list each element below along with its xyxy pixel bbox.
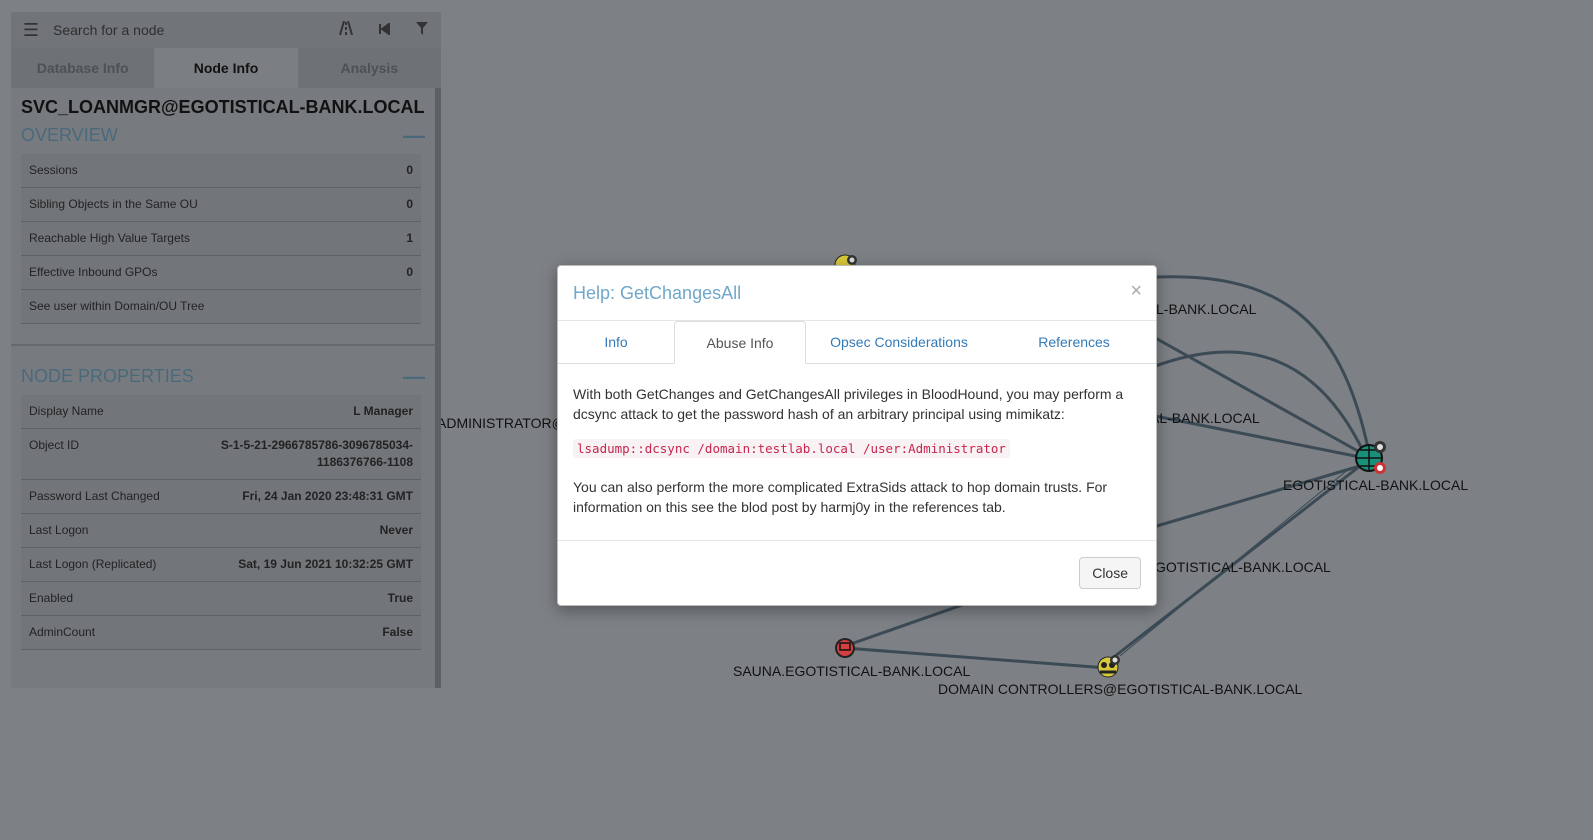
row-label: Sessions	[21, 154, 379, 188]
section-title: OVERVIEW	[21, 125, 118, 145]
row-value: False	[207, 615, 421, 650]
modal-tabs: Info Abuse Info Opsec Considerations Ref…	[558, 321, 1156, 364]
left-panel: ☰ Database Info Node Info Analysis SVC_L…	[11, 12, 441, 688]
table-row[interactable]: Reachable High Value Targets 1	[21, 221, 421, 256]
tab-references[interactable]: References	[992, 321, 1156, 363]
properties-table: Display Name L Manager Object ID S-1-5-21-…	[21, 395, 421, 650]
row-label: Password Last Changed	[21, 479, 207, 514]
section-title: NODE PROPERTIES	[21, 366, 194, 386]
code-block: lsadump::dcsync /domain:testlab.local /u…	[573, 438, 1141, 459]
table-row: Last Logon Never	[21, 513, 421, 548]
close-button[interactable]: Close	[1079, 557, 1141, 589]
collapse-icon[interactable]: —	[403, 124, 425, 146]
row-label: Last Logon	[21, 513, 207, 548]
overview-header[interactable]: OVERVIEW —	[11, 117, 435, 150]
row-value: Sat, 19 Jun 2021 10:32:25 GMT	[207, 547, 421, 582]
row-value: 0	[378, 187, 421, 222]
row-value	[378, 289, 421, 324]
table-row: AdminCount False	[21, 615, 421, 650]
table-row: Last Logon (Replicated) Sat, 19 Jun 2021 …	[21, 547, 421, 582]
back-icon[interactable]	[365, 21, 403, 39]
tab-analysis[interactable]: Analysis	[297, 48, 441, 88]
row-value: 1	[378, 221, 421, 256]
graph-edge	[847, 603, 963, 647]
modal-footer: Close	[558, 540, 1156, 605]
row-label: Sibling Objects in the Same OU	[21, 187, 379, 222]
row-label: Last Logon (Replicated)	[21, 547, 207, 582]
computer-node-icon	[835, 638, 855, 658]
overview-table: Sessions 0 Sibling Objects in the Same OU…	[21, 154, 421, 324]
tab-node-info[interactable]: Node Info	[154, 48, 298, 88]
modal-body: With both GetChanges and GetChangesAll p…	[558, 364, 1156, 531]
row-value: L Manager	[207, 395, 421, 429]
collapse-icon[interactable]: —	[403, 365, 425, 387]
row-label: Effective Inbound GPOs	[21, 255, 379, 290]
tab-info[interactable]: Info	[558, 321, 674, 363]
graph-node-label: L-BANK.LOCAL	[1156, 301, 1257, 317]
modal-header: Help: GetChangesAll ×	[558, 266, 1156, 321]
row-value: Never	[207, 513, 421, 548]
row-value: 0	[378, 154, 421, 188]
table-row: Password Last Changed Fri, 24 Jan 2020 23…	[21, 479, 421, 514]
table-row: Display Name L Manager	[21, 395, 421, 429]
abuse-paragraph: With both GetChanges and GetChangesAll p…	[573, 386, 1124, 422]
close-icon[interactable]: ×	[1130, 280, 1142, 303]
panel-tabs: Database Info Node Info Analysis	[11, 48, 441, 88]
scrollbar[interactable]	[435, 88, 441, 268]
menu-icon[interactable]: ☰	[11, 20, 51, 41]
table-row[interactable]: Effective Inbound GPOs 0	[21, 255, 421, 290]
filter-icon[interactable]	[403, 21, 441, 39]
graph-node-label: DOMAIN CONTROLLERS@EGOTISTICAL-BANK.LOCA…	[938, 681, 1303, 697]
graph-node-label: SAUNA.EGOTISTICAL-BANK.LOCAL	[733, 663, 971, 679]
graph-edge	[1149, 464, 1361, 530]
table-row: Enabled True	[21, 581, 421, 616]
row-label: See user within Domain/OU Tree	[21, 289, 379, 324]
tab-opsec-considerations[interactable]: Opsec Considerations	[806, 321, 992, 363]
graph-node-label: ADMINISTRATOR@	[437, 415, 566, 431]
row-label: Object ID	[21, 428, 207, 480]
graph-edge	[1149, 350, 1367, 456]
table-row[interactable]: See user within Domain/OU Tree	[21, 289, 421, 324]
node-title: SVC_LOANMGR@EGOTISTICAL-BANK.LOCAL	[21, 97, 425, 117]
tab-database-info[interactable]: Database Info	[11, 48, 155, 88]
node-info-panel[interactable]: SVC_LOANMGR@EGOTISTICAL-BANK.LOCAL OVERV…	[11, 88, 441, 688]
search-input[interactable]	[51, 14, 327, 46]
table-row[interactable]: Sibling Objects in the Same OU 0	[21, 187, 421, 222]
row-value: True	[207, 581, 421, 616]
node-properties-header[interactable]: NODE PROPERTIES —	[11, 346, 435, 391]
road-icon[interactable]	[327, 20, 365, 39]
row-label: Enabled	[21, 581, 207, 616]
row-value: Fri, 24 Jan 2020 23:48:31 GMT	[207, 479, 421, 514]
code-snippet: lsadump::dcsync /domain:testlab.local /u…	[573, 439, 1010, 458]
abuse-paragraph: You can also perform the more complicate…	[573, 479, 1108, 515]
row-value: S-1-5-21-2966785786-3096785034-118637676…	[207, 428, 421, 480]
row-label: AdminCount	[21, 615, 207, 650]
modal-title: Help: GetChangesAll	[573, 283, 742, 303]
row-label: Reachable High Value Targets	[21, 221, 379, 256]
table-row: Object ID S-1-5-21-2966785786-3096785034-…	[21, 428, 421, 480]
graph-node-label: GOTISTICAL-BANK.LOCAL	[1155, 559, 1331, 575]
group-node-icon	[1097, 655, 1120, 678]
tab-abuse-info[interactable]: Abuse Info	[674, 321, 806, 364]
table-row[interactable]: Sessions 0	[21, 154, 421, 188]
graph-node-label: EGOTISTICAL-BANK.LOCAL	[1283, 477, 1469, 493]
row-label: Display Name	[21, 395, 207, 429]
search-bar: ☰	[11, 12, 441, 48]
row-value: 0	[378, 255, 421, 290]
help-modal: Help: GetChangesAll × Info Abuse Info Op…	[557, 265, 1157, 606]
graph-node-label: AL-BANK.LOCAL	[1150, 410, 1260, 426]
